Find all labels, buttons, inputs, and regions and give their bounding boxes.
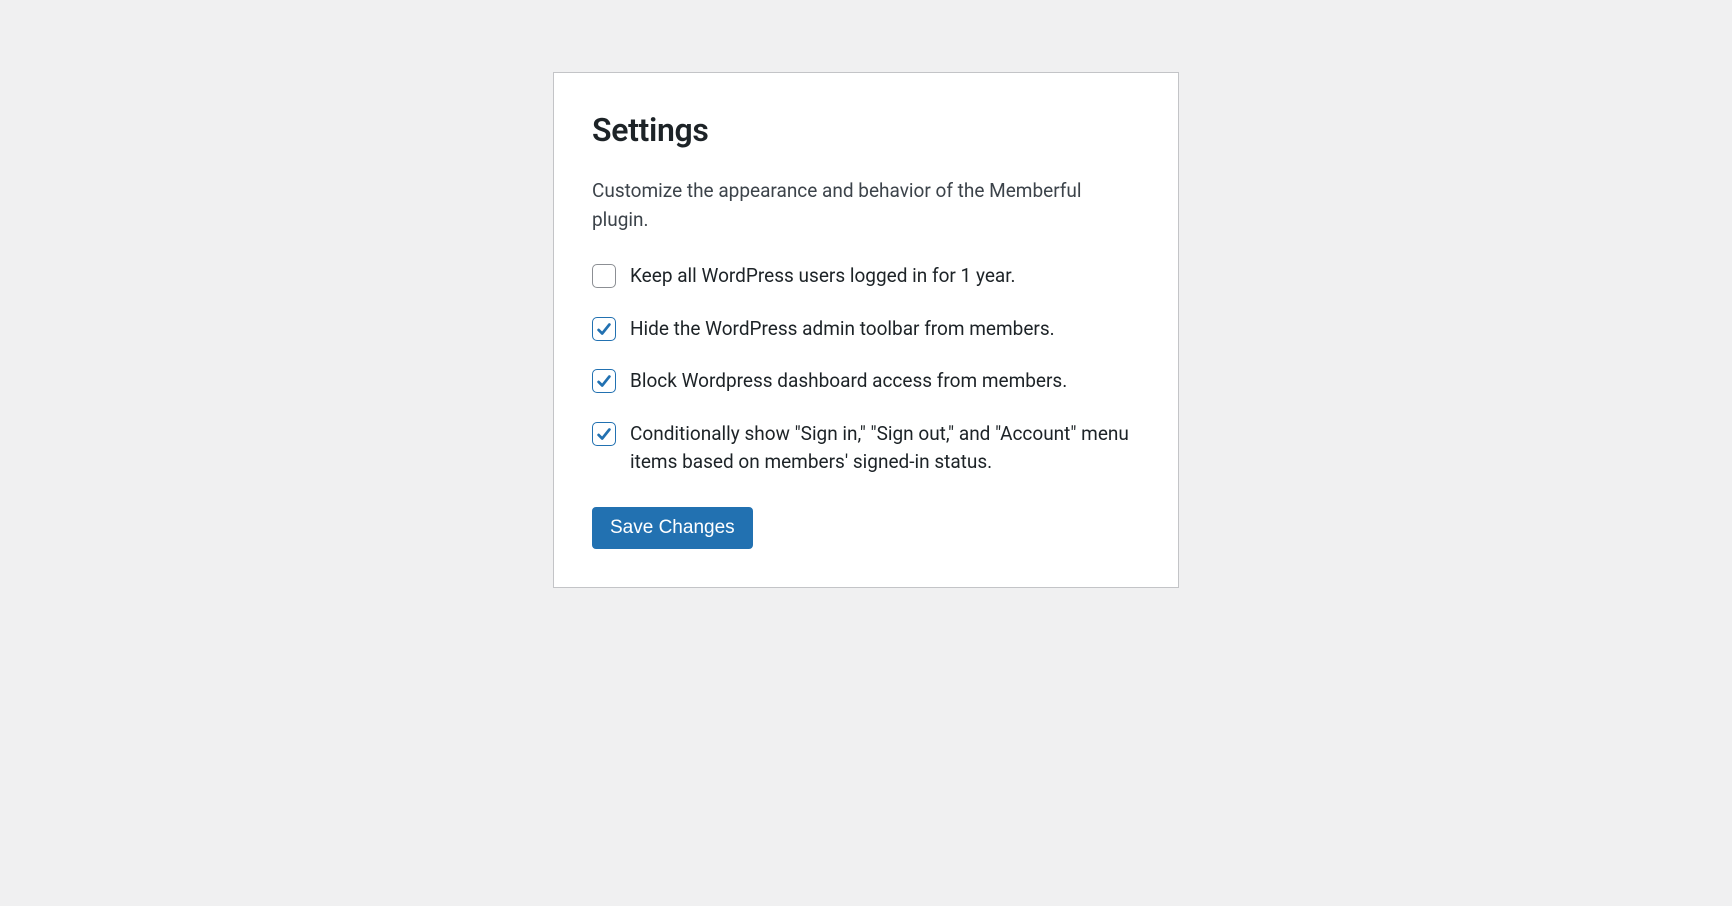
- option-label[interactable]: Hide the WordPress admin toolbar from me…: [630, 315, 1055, 344]
- checkmark-icon: [595, 320, 613, 338]
- checkmark-icon: [595, 425, 613, 443]
- panel-title: Settings: [592, 111, 1140, 149]
- option-hide-admin-toolbar: Hide the WordPress admin toolbar from me…: [592, 315, 1140, 344]
- option-label[interactable]: Conditionally show "Sign in," "Sign out,…: [630, 420, 1140, 477]
- option-block-dashboard: Block Wordpress dashboard access from me…: [592, 367, 1140, 396]
- option-label[interactable]: Block Wordpress dashboard access from me…: [630, 367, 1067, 396]
- checkbox-keep-logged-in[interactable]: [592, 264, 616, 288]
- checkmark-icon: [595, 372, 613, 390]
- checkbox-hide-admin-toolbar[interactable]: [592, 317, 616, 341]
- panel-description: Customize the appearance and behavior of…: [592, 177, 1140, 234]
- option-label[interactable]: Keep all WordPress users logged in for 1…: [630, 262, 1016, 291]
- save-changes-button[interactable]: Save Changes: [592, 507, 753, 549]
- checkbox-conditional-menu[interactable]: [592, 422, 616, 446]
- settings-panel: Settings Customize the appearance and be…: [553, 72, 1179, 588]
- option-keep-logged-in: Keep all WordPress users logged in for 1…: [592, 262, 1140, 291]
- checkbox-block-dashboard[interactable]: [592, 369, 616, 393]
- option-conditional-menu: Conditionally show "Sign in," "Sign out,…: [592, 420, 1140, 477]
